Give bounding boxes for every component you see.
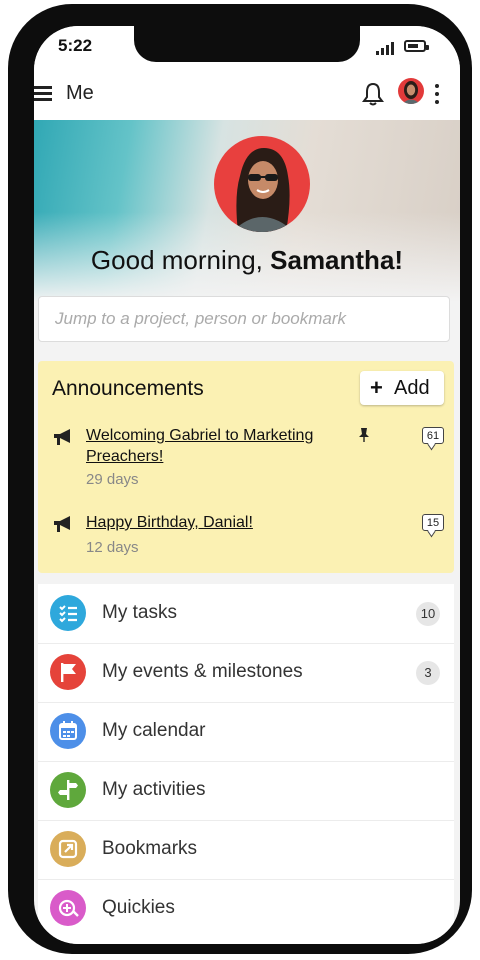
menu-list: My tasks 10 My events & milestones 3 My … xyxy=(38,584,454,944)
greeting-name: Samantha! xyxy=(270,245,404,275)
menu-label: My activities xyxy=(102,779,206,800)
profile-avatar[interactable] xyxy=(214,136,310,232)
notch xyxy=(134,26,360,62)
pin-icon xyxy=(359,428,369,442)
bell-icon[interactable] xyxy=(362,82,384,106)
announcement-age: 12 days xyxy=(86,539,139,556)
quickies-icon xyxy=(50,890,86,926)
menu-icon[interactable] xyxy=(34,86,54,102)
menu-item-quickies[interactable]: Quickies xyxy=(38,879,454,938)
menu-item-bookmarks[interactable]: Bookmarks xyxy=(38,820,454,880)
greeting-prefix: Good morning, xyxy=(90,245,271,275)
search-placeholder: Jump to a project, person or bookmark xyxy=(55,309,347,328)
bookmark-icon xyxy=(50,831,86,867)
megaphone-icon xyxy=(54,516,70,532)
megaphone-icon xyxy=(54,429,70,445)
avatar[interactable] xyxy=(398,78,424,104)
phone-frame: 5:22 Me Good morning, Samantha! Jump to … xyxy=(8,4,472,954)
announcement-link[interactable]: Welcoming Gabriel to Marketing Preachers… xyxy=(86,425,356,467)
announcement-link[interactable]: Happy Birthday, Danial! xyxy=(86,512,356,533)
menu-label: My calendar xyxy=(102,720,206,741)
count-badge: 10 xyxy=(416,602,440,626)
add-announcement-button[interactable]: + Add xyxy=(360,371,444,405)
announcements-title: Announcements xyxy=(52,377,204,400)
menu-item-calendar[interactable]: My calendar xyxy=(38,702,454,762)
screen: 5:22 Me Good morning, Samantha! Jump to … xyxy=(34,26,460,944)
page-title: Me xyxy=(66,82,94,104)
greeting: Good morning, Samantha! xyxy=(34,245,460,276)
tasks-icon xyxy=(50,595,86,631)
menu-label: My tasks xyxy=(102,602,177,623)
signal-icon xyxy=(376,42,394,55)
calendar-icon xyxy=(50,713,86,749)
plus-icon: + xyxy=(370,375,383,400)
menu-item-activities[interactable]: My activities xyxy=(38,761,454,821)
battery-icon xyxy=(404,40,429,52)
count-badge: 3 xyxy=(416,661,440,685)
activities-icon xyxy=(50,772,86,808)
announcement-age: 29 days xyxy=(86,471,139,488)
flag-icon xyxy=(50,654,86,690)
comment-count[interactable]: 61 xyxy=(422,427,444,444)
menu-label: Bookmarks xyxy=(102,838,198,859)
more-vert-icon[interactable] xyxy=(434,84,440,104)
comment-count[interactable]: 15 xyxy=(422,514,444,531)
menu-label: My events & milestones xyxy=(102,661,303,682)
menu-item-my-tasks[interactable]: My tasks 10 xyxy=(38,584,454,644)
menu-label: Quickies xyxy=(102,897,175,918)
search-input[interactable]: Jump to a project, person or bookmark xyxy=(38,296,450,342)
announcements-card: Announcements + Add Welcoming Gabriel to… xyxy=(38,361,454,573)
add-label: Add xyxy=(394,377,430,399)
status-time: 5:22 xyxy=(58,36,93,55)
menu-item-events-milestones[interactable]: My events & milestones 3 xyxy=(38,643,454,703)
app-bar: Me xyxy=(34,70,460,120)
